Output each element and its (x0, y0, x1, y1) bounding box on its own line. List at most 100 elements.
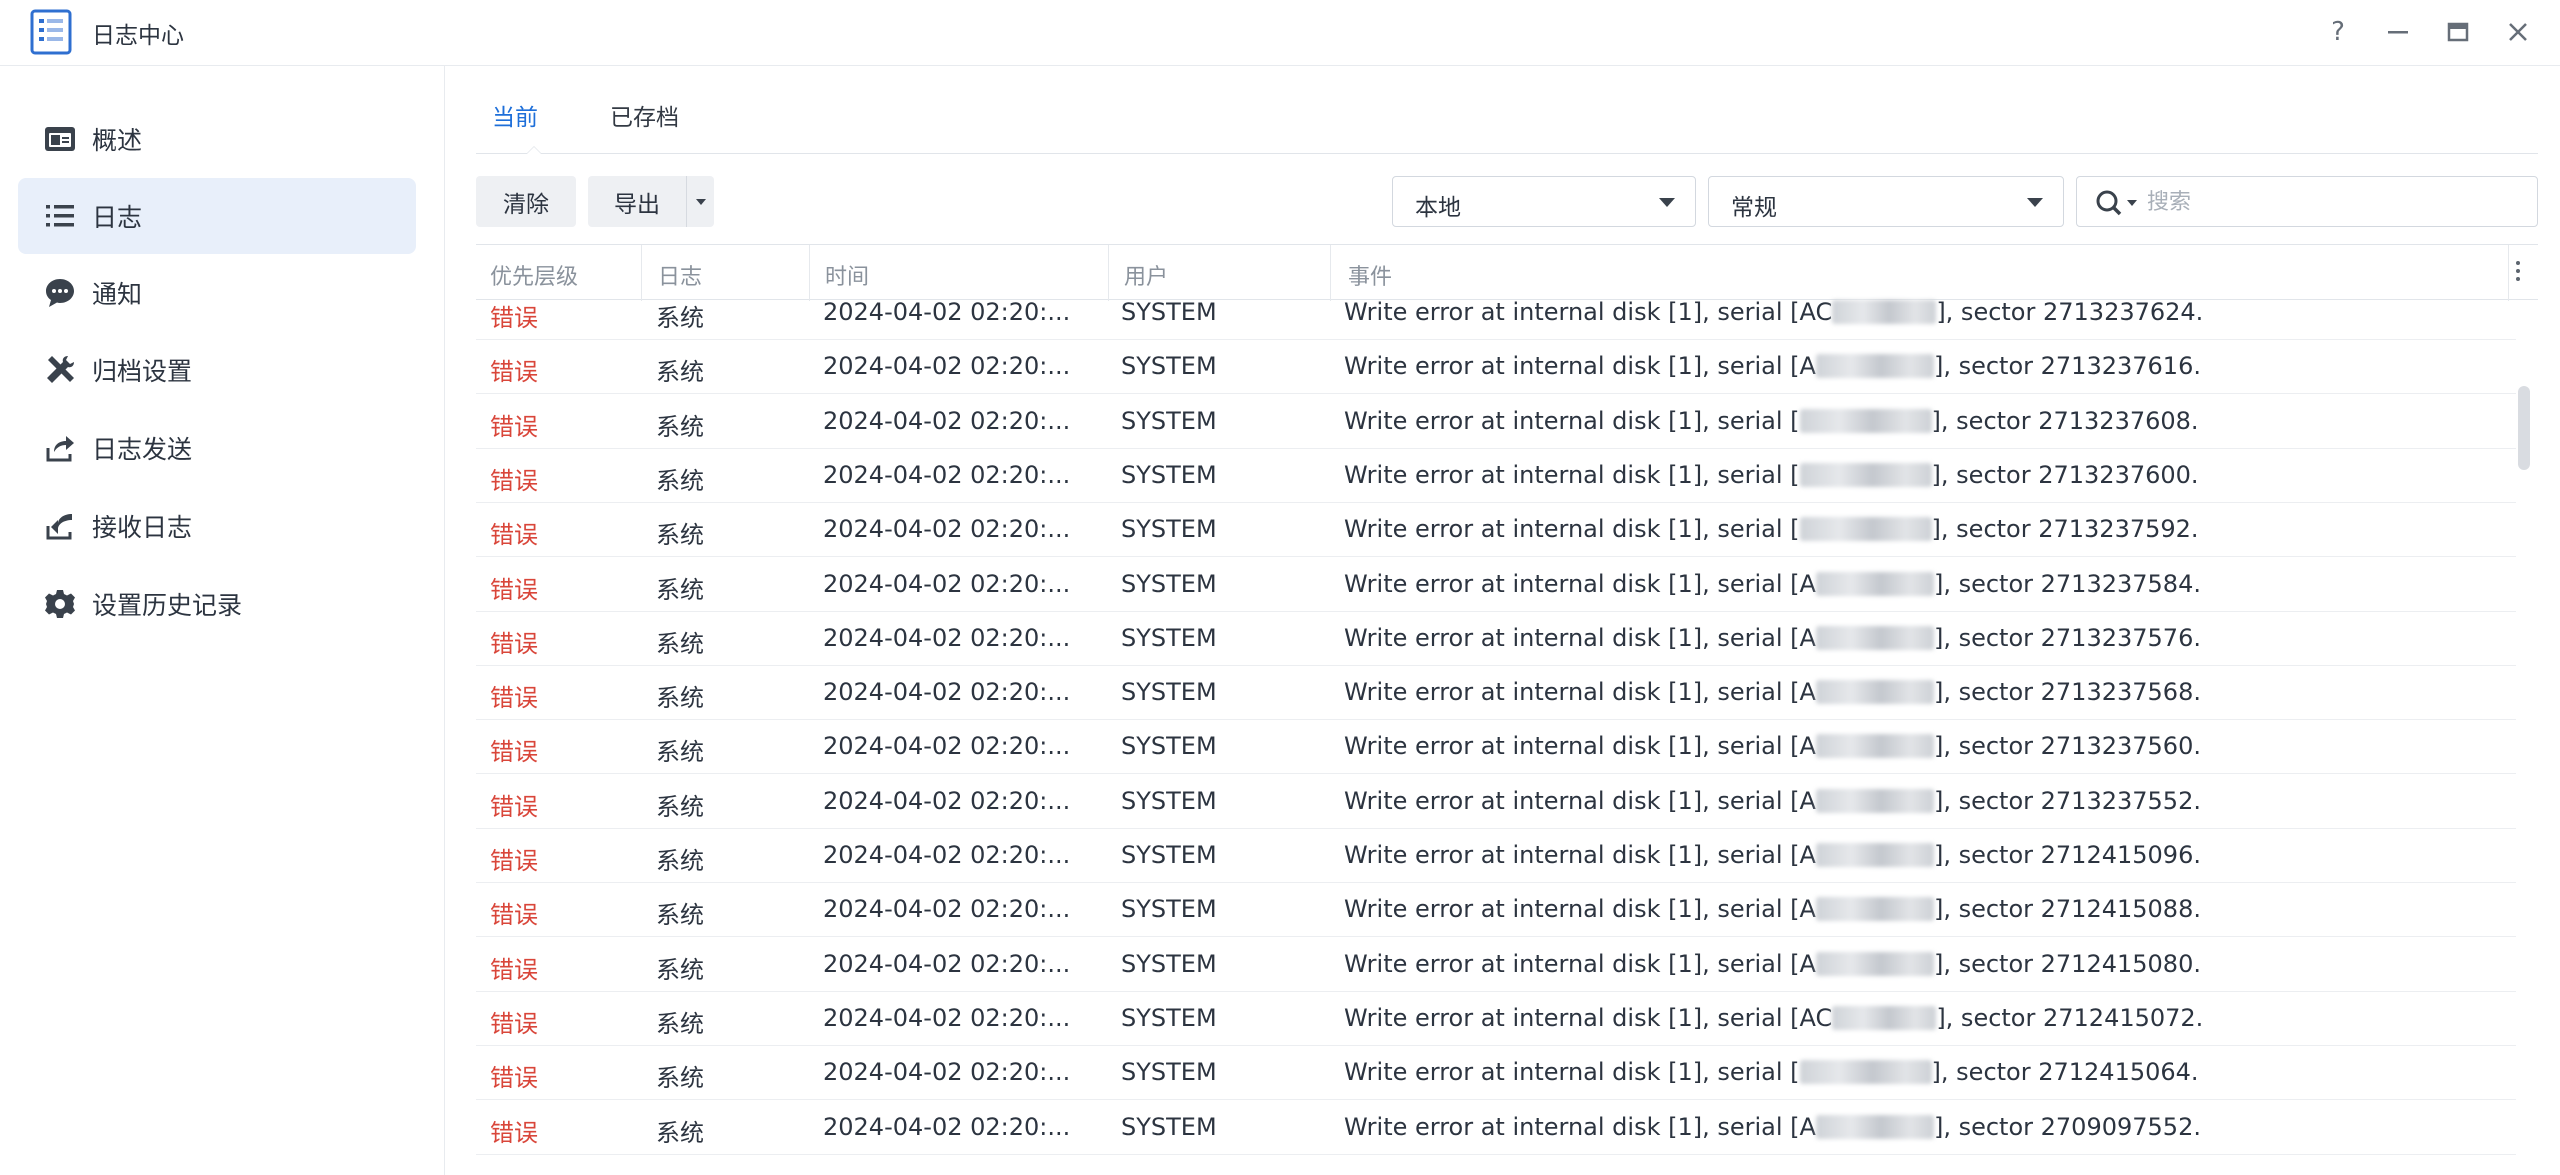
event-text-prefix: Write error at internal disk [1], serial… (1344, 298, 1800, 326)
scrollbar-thumb[interactable] (2518, 386, 2530, 470)
source-select-value: 本地 (1415, 195, 1461, 221)
event-text-suffix: ], sector 2713237592. (1931, 515, 2199, 544)
table-row[interactable]: 错误 系统 2024-04-02 02:20:... SYSTEM Write erro… (476, 340, 2516, 395)
table-row[interactable]: 错误 系统 2024-04-02 02:20:... SYSTEM Write erro… (476, 666, 2516, 721)
serial-visible: A (1799, 623, 1816, 652)
table-row[interactable]: 错误 系统 2024-04-02 02:20:... SYSTEM Write erro… (476, 558, 2516, 612)
maximize-icon (2447, 22, 2469, 42)
redacted-serial (1815, 1114, 1934, 1139)
redacted-serial (1799, 517, 1932, 542)
sidebar-item-label: 概述 (92, 126, 143, 155)
search-box (2076, 176, 2538, 227)
tab-current[interactable]: 当前 (492, 98, 538, 132)
serial-visible: A (1799, 352, 1816, 381)
table-row[interactable]: 错误 系统 2024-04-02 02:20:... SYSTEM Write erro… (476, 992, 2516, 1046)
sidebar-item-settings-history[interactable]: 设置历史记录 (18, 566, 416, 642)
search-icon[interactable] (2095, 189, 2141, 217)
export-dropdown-button[interactable] (686, 176, 714, 227)
log-time: 2024-04-02 02:20:... (823, 515, 1071, 544)
table-row[interactable]: 错误 系统 2024-04-02 02:20:... SYSTEM Write erro… (476, 938, 2516, 992)
serial-visible: A (1799, 569, 1816, 598)
column-options-button[interactable] (2508, 257, 2528, 289)
table-row[interactable]: 错误 系统 2024-04-02 02:20:... SYSTEM Write erro… (476, 829, 2516, 883)
redacted-serial (1815, 354, 1934, 379)
export-button[interactable]: 导出 (588, 176, 686, 227)
sidebar-item-label: 日志 (92, 203, 143, 232)
table-row[interactable]: 错误 系统 2024-04-02 02:20:... SYSTEM Write erro… (476, 395, 2516, 449)
minimize-button[interactable] (2378, 12, 2418, 52)
log-time: 2024-04-02 02:20:... (823, 732, 1071, 761)
search-input[interactable] (2147, 186, 2487, 218)
log-user: SYSTEM (1121, 569, 1217, 598)
event-text-suffix: ], sector 2713237560. (1933, 732, 2201, 761)
priority-level: 错误 (490, 684, 538, 713)
clear-button[interactable]: 清除 (476, 176, 576, 227)
redacted-serial (1815, 897, 1934, 922)
redacted-serial (1815, 843, 1934, 867)
log-user: SYSTEM (1121, 460, 1217, 489)
event-text-prefix: Write error at internal disk [1], serial… (1344, 460, 1800, 489)
log-time: 2024-04-02 02:20:... (823, 678, 1071, 707)
redacted-serial (1815, 571, 1934, 596)
redacted-serial (1815, 734, 1934, 759)
serial-visible: A (1799, 678, 1816, 707)
gear-icon (42, 586, 78, 622)
table-row[interactable]: 错误 系统 2024-04-02 02:20:... SYSTEM Write erro… (476, 1046, 2516, 1101)
serial-visible: AC (1799, 1003, 1833, 1032)
close-icon (2509, 23, 2527, 41)
table-row[interactable]: 错误 系统 2024-04-02 02:20:... SYSTEM Write erro… (476, 720, 2516, 775)
caret-down-icon (695, 198, 706, 205)
event-text-suffix: ], sector 2713237616. (1933, 352, 2201, 381)
log-type: 系统 (656, 358, 704, 387)
event-text-prefix: Write error at internal disk [1], serial… (1344, 895, 1800, 924)
sidebar-item-log[interactable]: 日志 (18, 178, 416, 254)
event-text-prefix: Write error at internal disk [1], serial… (1344, 786, 1800, 815)
log-type: 系统 (656, 575, 704, 604)
type-select[interactable]: 常规 (1708, 176, 2064, 227)
title-bar: 日志中心 ? (0, 0, 2560, 66)
log-user: SYSTEM (1121, 895, 1217, 924)
tab-archived[interactable]: 已存档 (610, 98, 679, 132)
priority-level: 错误 (490, 575, 538, 604)
sidebar-item-receive-log[interactable]: 接收日志 (18, 488, 416, 564)
priority-level: 错误 (490, 1064, 538, 1093)
table-row[interactable]: 错误 系统 2024-04-02 02:20:... SYSTEM Write erro… (476, 503, 2516, 558)
priority-level: 错误 (490, 847, 538, 875)
log-event: Write error at internal disk [1], serial… (1344, 298, 2203, 326)
log-event: Write error at internal disk [1], serial… (1344, 461, 2199, 489)
table-row[interactable]: 错误 系统 2024-04-02 02:20:... SYSTEM Write erro… (476, 612, 2516, 666)
serial-visible: A (1799, 841, 1816, 869)
redacted-serial (1832, 1005, 1937, 1030)
log-event: Write error at internal disk [1], serial… (1344, 624, 2201, 652)
more-dot (2516, 269, 2520, 273)
event-text-suffix: ], sector 2713237576. (1933, 623, 2201, 652)
sidebar-item-label: 接收日志 (92, 513, 193, 542)
sidebar-item-archive-settings[interactable]: 归档设置 (18, 332, 416, 408)
sidebar-item-overview[interactable]: 概述 (18, 101, 416, 177)
log-event: Write error at internal disk [1], serial… (1344, 732, 2201, 760)
table-row[interactable]: 错误 系统 2024-04-02 02:20:... SYSTEM Write erro… (476, 449, 2516, 503)
source-select[interactable]: 本地 (1392, 176, 1696, 227)
main-content: 当前 已存档 清除 导出 本地 常规 优先层级 日志 时间 用户 (446, 66, 2560, 1175)
priority-level: 错误 (490, 412, 538, 441)
log-time: 2024-04-02 02:20:... (823, 298, 1071, 326)
upload-icon (42, 430, 78, 466)
event-text-suffix: ], sector 2713237600. (1931, 460, 2199, 489)
log-type: 系统 (656, 901, 704, 930)
maximize-button[interactable] (2438, 12, 2478, 52)
sidebar-item-label: 日志发送 (92, 435, 193, 464)
table-row[interactable]: 错误 系统 2024-04-02 02:20:... SYSTEM Write erro… (476, 1101, 2516, 1155)
priority-level: 错误 (490, 1118, 538, 1147)
table-row[interactable]: 错误 系统 2024-04-02 02:20:... SYSTEM Write erro… (476, 883, 2516, 938)
log-type: 系统 (656, 412, 704, 441)
sidebar-item-log-sending[interactable]: 日志发送 (18, 410, 416, 486)
event-text-suffix: ], sector 2712415072. (1936, 1003, 2204, 1032)
table-row[interactable]: 错误 系统 2024-04-02 02:20:... SYSTEM Write erro… (476, 775, 2516, 829)
event-text-prefix: Write error at internal disk [1], serial… (1344, 1058, 1800, 1087)
sidebar-item-notification[interactable]: 通知 (18, 255, 416, 331)
log-type: 系统 (656, 955, 704, 984)
table-row[interactable]: 错误 系统 2024-04-02 02:20:... SYSTEM Write erro… (476, 286, 2516, 340)
close-button[interactable] (2498, 12, 2538, 52)
help-button[interactable]: ? (2318, 12, 2358, 52)
log-type: 系统 (656, 1064, 704, 1093)
